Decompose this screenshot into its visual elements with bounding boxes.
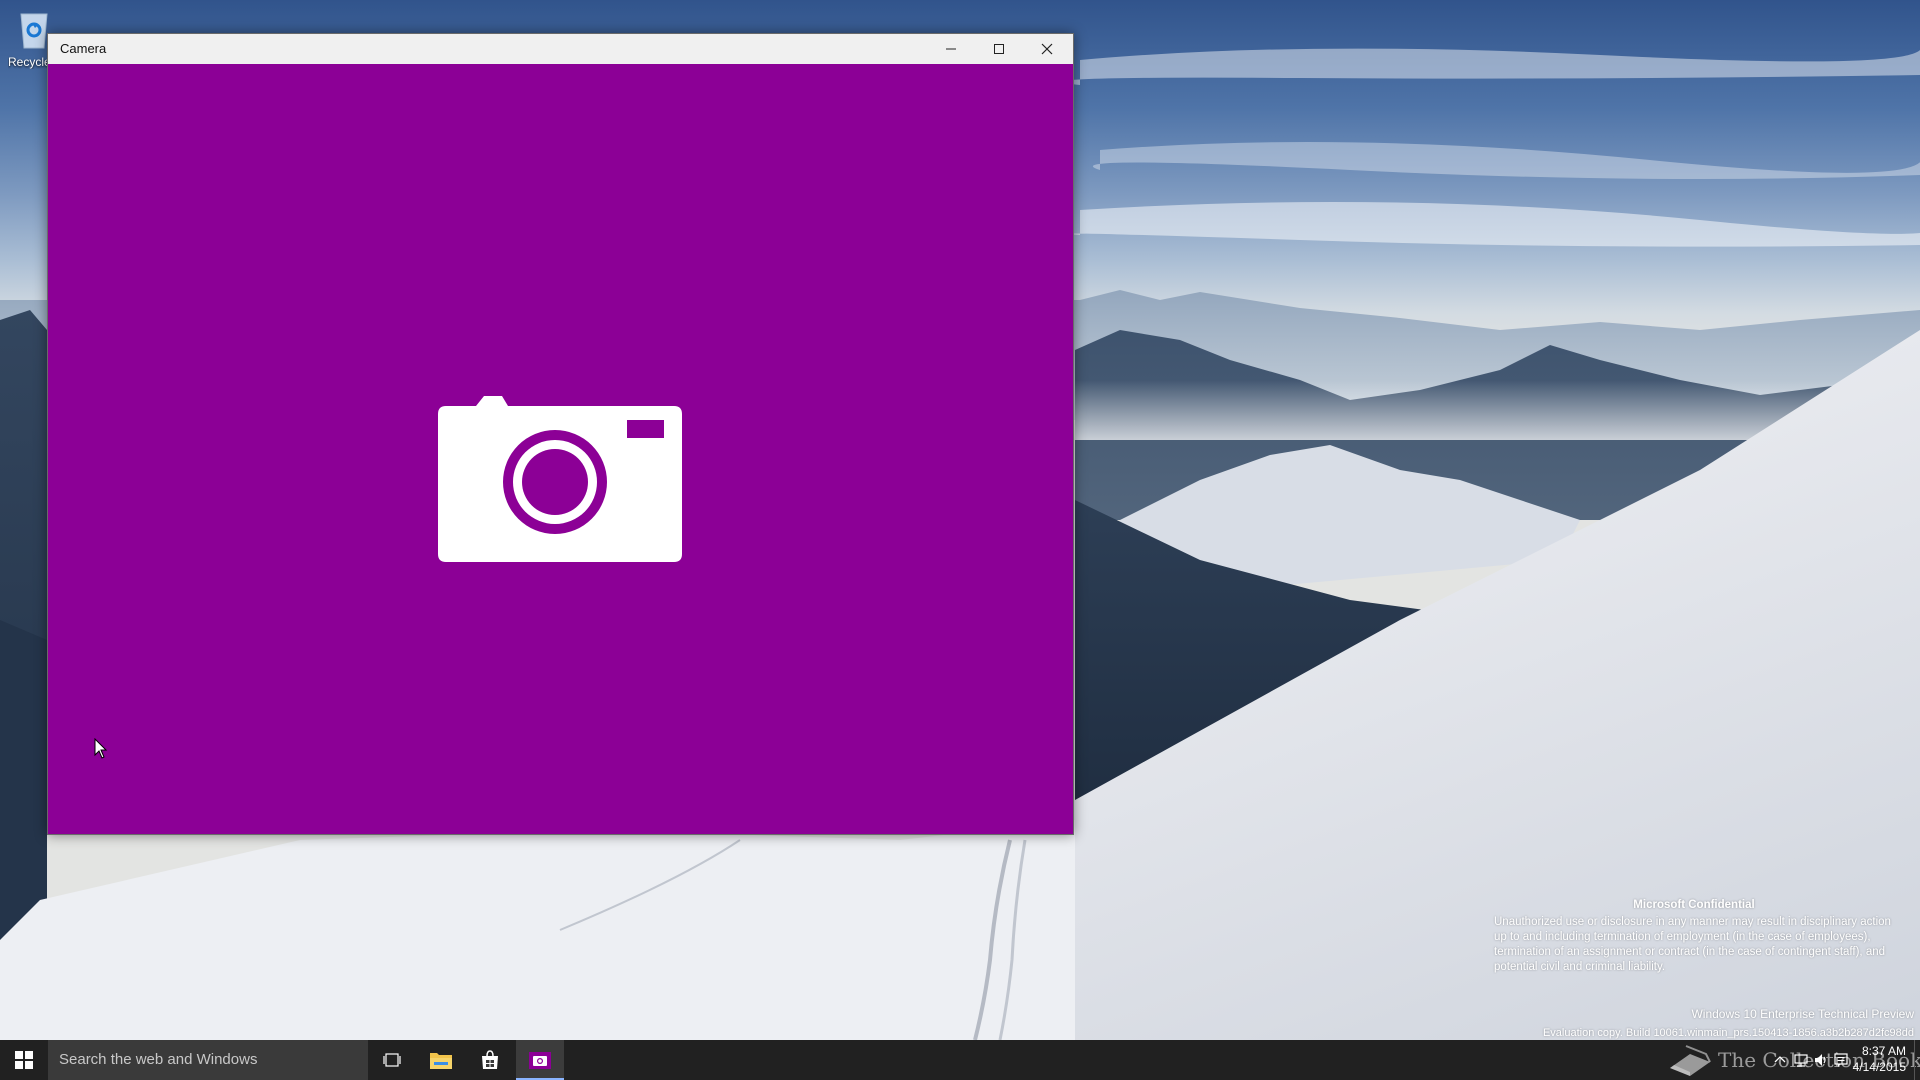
- maximize-icon: [994, 44, 1004, 54]
- minimize-icon: [946, 48, 956, 50]
- close-button[interactable]: [1023, 34, 1071, 64]
- edition-text: Windows 10 Enterprise Technical Preview: [1691, 1007, 1914, 1021]
- clock-date: 4/14/2015: [1852, 1060, 1906, 1074]
- window-titlebar[interactable]: Camera: [48, 34, 1073, 64]
- taskbar: Search the web and Windows The Collectio…: [0, 1040, 1920, 1080]
- store-button[interactable]: [466, 1040, 514, 1080]
- store-icon: [482, 1050, 498, 1069]
- watermark-title: Microsoft Confidential: [1633, 899, 1755, 911]
- clock-time: 8:37 AM: [1861, 1044, 1906, 1058]
- start-button[interactable]: [0, 1040, 48, 1080]
- show-desktop-button[interactable]: [1914, 1040, 1920, 1080]
- task-view-button[interactable]: [368, 1040, 416, 1080]
- camera-window[interactable]: Camera: [47, 33, 1074, 835]
- confidential-watermark: Microsoft Confidential Unauthorized use …: [1494, 898, 1894, 975]
- mouse-cursor: [94, 738, 108, 759]
- camera-icon: [438, 396, 682, 562]
- system-tray: The Collection Book 8:37 AM 4/14/2015: [1660, 1040, 1920, 1080]
- window-title: Camera: [60, 41, 107, 56]
- camera-content: [48, 64, 1073, 834]
- minimize-button[interactable]: [927, 34, 975, 64]
- close-icon: [1041, 43, 1053, 55]
- watermark-body: Unauthorized use or disclosure in any ma…: [1494, 916, 1891, 973]
- file-explorer-button[interactable]: [417, 1040, 465, 1080]
- network-icon[interactable]: [1793, 1052, 1809, 1068]
- chevron-up-icon[interactable]: [1772, 1052, 1788, 1068]
- start-icon: [15, 1051, 33, 1069]
- action-center-icon[interactable]: [1833, 1052, 1849, 1068]
- build-text: Evaluation copy. Build 10061.winmain_prs…: [1542, 1027, 1914, 1039]
- task-view-icon: [383, 1053, 401, 1067]
- clock[interactable]: 8:37 AM 4/14/2015: [1853, 1043, 1906, 1075]
- file-explorer-icon: [430, 1053, 452, 1069]
- camera-icon: [529, 1052, 551, 1069]
- desktop: Recycle Bin Camera: [0, 0, 1920, 1080]
- camera-taskbar-button[interactable]: [516, 1040, 564, 1080]
- book-logo-icon: [1670, 1045, 1711, 1076]
- search-placeholder: Search the web and Windows: [59, 1051, 258, 1068]
- search-input[interactable]: Search the web and Windows: [48, 1040, 368, 1080]
- maximize-button[interactable]: [975, 34, 1023, 64]
- volume-icon[interactable]: [1813, 1052, 1829, 1068]
